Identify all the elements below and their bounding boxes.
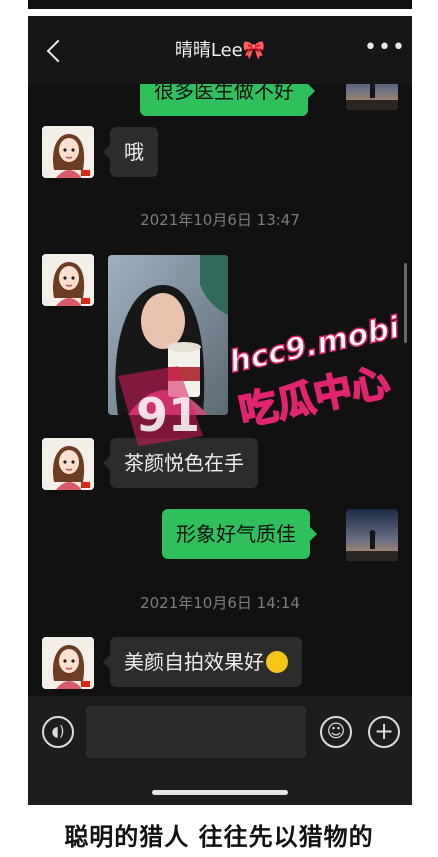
watermark-title: 吃瓜中心 [235, 359, 393, 434]
message-text: 形象好气质佳 [176, 522, 296, 546]
contact-avatar[interactable] [42, 126, 94, 178]
message-text: 美颜自拍效果好 [124, 650, 264, 674]
input-bar: ◖) ☺ + [28, 696, 412, 805]
avatar-image [42, 637, 94, 689]
message-bubble-sent[interactable]: 形象好气质佳 [162, 509, 317, 559]
add-attachment-button[interactable]: + [368, 716, 400, 748]
avatar-image [42, 254, 94, 306]
message-input[interactable] [86, 706, 306, 758]
avatar-image [42, 126, 94, 178]
avatar-image [42, 438, 94, 490]
watermark-domain: hcc9.mobi [226, 310, 403, 380]
grin-emoji-icon [266, 651, 288, 673]
top-strip [28, 0, 412, 9]
selfie-photo [108, 255, 228, 415]
message-bubble-received[interactable]: 茶颜悦色在手 [103, 438, 258, 488]
message-text: 哦 [124, 140, 144, 164]
timestamp: 2021年10月6日 13:47 [140, 211, 300, 229]
message-bubble-received[interactable]: 哦 [103, 127, 158, 177]
voice-input-button[interactable]: ◖) [42, 716, 74, 748]
chat-title: 晴晴Lee🎀 [174, 40, 266, 61]
message-list[interactable]: 很多医生做不好 哦 2021年10月6日 13:47 茶颜悦色在手 形象好气质佳… [28, 16, 412, 696]
more-options-button[interactable]: ••• [364, 37, 405, 59]
self-avatar-image [346, 509, 398, 561]
home-indicator[interactable] [152, 790, 288, 795]
caption-text: 聪明的猎人 往往先以猎物的 [64, 823, 374, 851]
timestamp: 2021年10月6日 14:14 [140, 594, 300, 612]
contact-avatar[interactable] [42, 637, 94, 689]
contact-avatar[interactable] [42, 438, 94, 490]
chat-header: 晴晴Lee🎀 ••• [28, 16, 412, 84]
message-text: 茶颜悦色在手 [124, 451, 244, 475]
chat-window: 很多医生做不好 哦 2021年10月6日 13:47 茶颜悦色在手 形象好气质佳… [28, 16, 412, 805]
scrollbar[interactable] [404, 263, 407, 343]
message-bubble-received[interactable]: 美颜自拍效果好 [103, 637, 302, 687]
contact-avatar[interactable] [42, 254, 94, 306]
image-message[interactable] [108, 255, 228, 415]
self-avatar[interactable] [346, 509, 398, 561]
emoji-button[interactable]: ☺ [320, 716, 352, 748]
